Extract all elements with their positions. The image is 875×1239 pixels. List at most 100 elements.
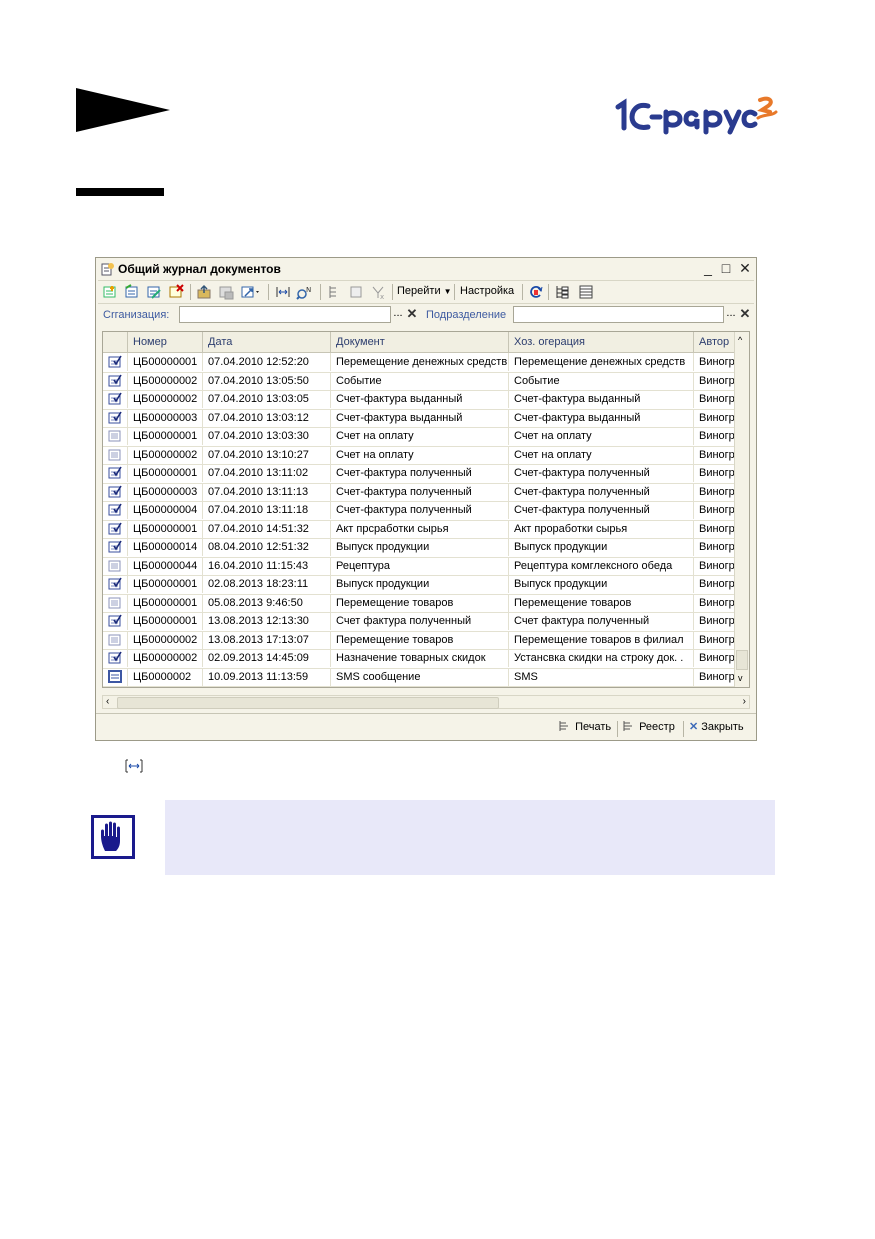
select-interval-icon bbox=[125, 759, 143, 773]
table-row[interactable]: ЦБ00000002 07.04.2010 13:10:27 Счет на опл… bbox=[103, 445, 743, 465]
table-row[interactable]: ЦБ00000004 07.04.2010 13:11:18 Счет-фактур… bbox=[103, 501, 743, 521]
cell-number: ЦБ00000001 bbox=[128, 427, 203, 445]
header-date[interactable]: Дата bbox=[203, 332, 331, 352]
cell-icon bbox=[103, 556, 128, 575]
registry-button[interactable]: Реестр bbox=[622, 720, 675, 733]
cell-date: 07.04.2010 13:11:18 bbox=[203, 501, 331, 519]
org-filter-input[interactable] bbox=[179, 306, 391, 323]
dept-filter-clear-icon[interactable]: ✕ bbox=[738, 306, 752, 323]
cell-operation: Счет на оплату bbox=[509, 427, 694, 445]
cell-date: 07.04.2010 13:03:12 bbox=[203, 408, 331, 427]
cell-document: Рецептура bbox=[331, 556, 509, 575]
horizontal-scrollbar[interactable]: ‹ › bbox=[102, 695, 750, 709]
vertical-scrollbar[interactable]: ^ v bbox=[734, 332, 749, 687]
close-button[interactable]: ✕ Закрыть bbox=[689, 720, 744, 733]
refresh-icon[interactable] bbox=[528, 284, 544, 300]
org-filter-select-button[interactable]: ... bbox=[391, 306, 405, 323]
cell-operation: Счет-фактура выданный bbox=[509, 390, 694, 408]
cell-document: Назначение товарных скидок bbox=[331, 649, 509, 667]
cell-document: Счет-фактура выданный bbox=[331, 408, 509, 427]
horizontal-scroll-thumb[interactable] bbox=[117, 697, 499, 709]
add-document-icon[interactable] bbox=[102, 284, 118, 300]
table-row[interactable]: ЦБ00000001 07.04.2010 14:51:32 Акт прсрабо… bbox=[103, 519, 743, 539]
chevron-down-icon: ▼ bbox=[443, 287, 452, 296]
table-row[interactable]: ЦБ00000003 07.04.2010 13:03:12 Счет-фактур… bbox=[103, 408, 743, 428]
stop-hand-icon bbox=[91, 815, 135, 859]
table-row[interactable]: ЦБ00000001 02.08.2013 18:23:11 Выпуск прод… bbox=[103, 575, 743, 595]
table-row[interactable]: ЦБ00000001 07.04.2010 12:52:20 Перемещение… bbox=[103, 353, 743, 373]
dept-filter-input[interactable] bbox=[513, 306, 724, 323]
cell-date: 07.04.2010 13:05:50 bbox=[203, 371, 331, 390]
documents-table: Номер Дата Документ Хоз. огерация Автор … bbox=[102, 331, 750, 688]
registry-label: Реестр bbox=[639, 721, 675, 733]
history-icon[interactable] bbox=[348, 284, 364, 300]
table-row[interactable]: ЦБ00000001 05.08.2013 9:46:50 Перемещение … bbox=[103, 593, 743, 613]
print-label: Печать bbox=[575, 721, 612, 733]
table-row[interactable]: ЦБ00000001 13.08.2013 12:13:30 Счет фактур… bbox=[103, 612, 743, 632]
table-row[interactable]: ЦБ00000003 07.04.2010 13:11:13 Счет-фактур… bbox=[103, 482, 743, 502]
structure-icon[interactable] bbox=[326, 284, 342, 300]
close-window-button[interactable]: ✕ bbox=[738, 261, 752, 275]
settings-button[interactable]: Настройка bbox=[460, 285, 514, 297]
table-row[interactable]: ЦБ00000002 02.09.2013 14:45:09 Назначение … bbox=[103, 649, 743, 669]
doc-icon bbox=[108, 597, 121, 608]
doc-icon bbox=[108, 449, 121, 460]
post-document-icon[interactable] bbox=[196, 284, 212, 300]
cell-icon bbox=[103, 630, 128, 649]
list-view-icon[interactable] bbox=[578, 284, 594, 300]
delete-document-icon[interactable] bbox=[168, 284, 184, 300]
table-row[interactable]: ЦБ00000002 07.04.2010 13:03:05 Счет-фактур… bbox=[103, 390, 743, 410]
cell-operation: Перемещение товаров в филиал bbox=[509, 630, 694, 649]
vertical-scroll-thumb[interactable] bbox=[736, 650, 748, 670]
header-icon-column[interactable] bbox=[103, 332, 128, 352]
cell-document: Счет-фактура полученный bbox=[331, 501, 509, 519]
select-interval-icon[interactable] bbox=[274, 284, 292, 300]
header-document[interactable]: Документ bbox=[331, 332, 509, 352]
cell-date: 07.04.2010 13:10:27 bbox=[203, 445, 331, 464]
table-row[interactable]: ЦБ00000014 08.04.2010 12:51:32 Выпуск прод… bbox=[103, 538, 743, 558]
table-row[interactable]: ЦБ0000002 10.09.2013 11:13:59 SMS сообщени… bbox=[103, 667, 743, 687]
print-button[interactable]: Печать bbox=[558, 720, 611, 733]
search-by-number-icon[interactable]: N bbox=[296, 284, 314, 300]
tree-view-icon[interactable] bbox=[554, 284, 570, 300]
cell-document: Перемещение товаров bbox=[331, 630, 509, 649]
scroll-up-icon[interactable]: ^ bbox=[738, 335, 742, 345]
cell-operation: Рецептура комглексного обеда bbox=[509, 556, 694, 575]
table-row[interactable]: ЦБ00000001 07.04.2010 13:11:02 Счет-фактур… bbox=[103, 464, 743, 484]
goto-menu-button[interactable]: Перейти ▼ bbox=[397, 285, 452, 297]
cell-icon bbox=[103, 538, 128, 556]
cell-operation: Устансвка скидки на строку док. . bbox=[509, 649, 694, 667]
scroll-down-icon[interactable]: v bbox=[738, 673, 743, 683]
cell-icon bbox=[103, 501, 128, 519]
cell-icon bbox=[103, 575, 128, 593]
cell-date: 07.04.2010 13:11:02 bbox=[203, 464, 331, 482]
scroll-right-icon[interactable]: › bbox=[743, 696, 746, 708]
print-icon bbox=[559, 721, 568, 731]
unpost-document-icon[interactable] bbox=[218, 284, 234, 300]
table-row[interactable]: ЦБ00000002 07.04.2010 13:05:50 Событие Собы… bbox=[103, 371, 743, 391]
scroll-left-icon[interactable]: ‹ bbox=[106, 696, 109, 708]
edit-document-icon[interactable] bbox=[146, 284, 162, 300]
cell-number: ЦБ00000014 bbox=[128, 538, 203, 556]
maximize-button[interactable]: □ bbox=[719, 261, 733, 275]
cell-icon bbox=[103, 408, 128, 427]
table-row[interactable]: ЦБ00000001 07.04.2010 13:03:30 Счет на опл… bbox=[103, 427, 743, 447]
cell-number: ЦБ00000001 bbox=[128, 612, 203, 630]
based-on-dropdown-icon[interactable] bbox=[240, 284, 262, 300]
header-number[interactable]: Номер bbox=[128, 332, 203, 352]
minimize-button[interactable]: _ bbox=[701, 261, 715, 275]
cell-icon bbox=[103, 612, 128, 630]
cell-operation: Выпуск продукции bbox=[509, 575, 694, 593]
org-filter-clear-icon[interactable]: ✕ bbox=[405, 306, 419, 323]
dept-filter-select-button[interactable]: ... bbox=[724, 306, 738, 323]
cell-operation: Счет-фактура полученный bbox=[509, 482, 694, 501]
cell-icon bbox=[103, 390, 128, 408]
posted-doc-icon bbox=[108, 503, 122, 516]
clear-filter-icon[interactable]: x bbox=[370, 284, 386, 300]
header-operation[interactable]: Хоз. огерация bbox=[509, 332, 694, 352]
cell-number: ЦБ00000001 bbox=[128, 353, 203, 371]
table-row[interactable]: ЦБ00000044 16.04.2010 11:15:43 Рецептура Ре… bbox=[103, 556, 743, 576]
table-row[interactable]: ЦБ00000002 13.08.2013 17:13:07 Перемещение… bbox=[103, 630, 743, 650]
copy-document-icon[interactable] bbox=[124, 284, 140, 300]
cell-icon bbox=[103, 464, 128, 482]
